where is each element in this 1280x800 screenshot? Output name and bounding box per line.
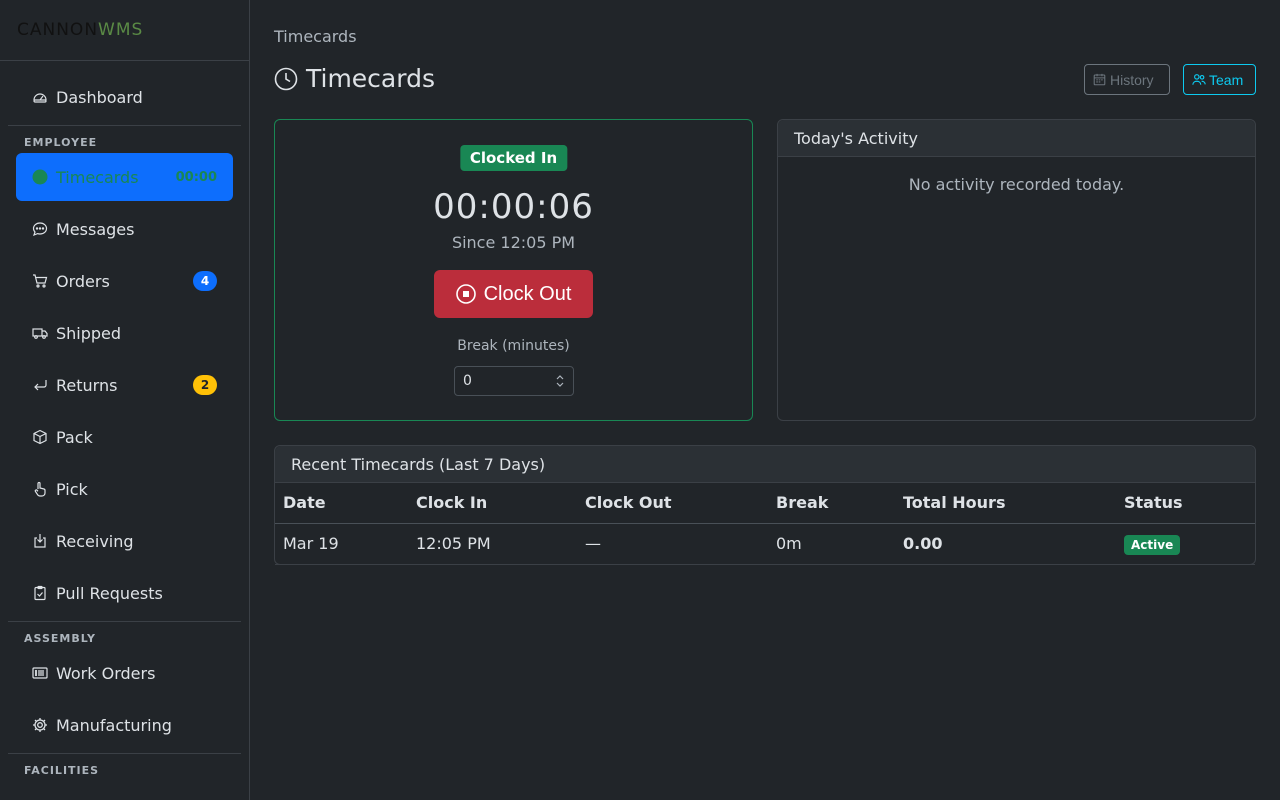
page-title: Timecards — [274, 64, 435, 93]
cell-date: Mar 19 — [275, 523, 408, 565]
sidebar-item-pull-requests[interactable]: Pull Requests — [16, 569, 233, 617]
history-button[interactable]: History — [1084, 64, 1170, 95]
logo[interactable]: CANNONWMS — [0, 0, 249, 61]
sidebar-item-label: Shipped — [56, 323, 122, 343]
cell-total-hours: 0.00 — [895, 523, 1116, 565]
elapsed-time: 00:00:06 — [433, 187, 594, 227]
sidebar-item-shipped[interactable]: Shipped — [16, 309, 233, 357]
clock-icon — [274, 67, 298, 91]
hand-pointer-icon — [32, 481, 48, 497]
clock-icon — [32, 169, 48, 185]
sidebar-item-timecards[interactable]: Timecards 00:00 — [16, 153, 233, 201]
column-header: Date — [275, 483, 408, 524]
box-arrow-in-down-icon — [32, 533, 48, 549]
box-icon — [32, 429, 48, 445]
column-header: Break — [768, 483, 895, 524]
sidebar-item-manufacturing[interactable]: Manufacturing — [16, 701, 233, 749]
sidebar-item-label: Manufacturing — [56, 715, 172, 735]
column-header: Clock Out — [577, 483, 768, 524]
column-header: Total Hours — [895, 483, 1116, 524]
section-title-employee: EMPLOYEE — [24, 136, 98, 149]
recent-timecards-table: Date Clock In Clock Out Break Total Hour… — [275, 483, 1255, 565]
sidebar-item-label: Timecards — [56, 167, 139, 187]
logo-text: CANNONWMS — [17, 20, 144, 40]
clock-card: Clocked In 00:00:06 Since 12:05 PM Clock… — [274, 119, 753, 421]
clock-out-label: Clock Out — [483, 282, 572, 305]
sidebar-item-returns[interactable]: Returns 2 — [16, 361, 233, 409]
people-icon — [1192, 73, 1206, 86]
clipboard-check-icon — [32, 585, 48, 601]
clock-status-badge: Clocked In — [459, 145, 568, 171]
truck-icon — [32, 325, 48, 341]
break-minutes-input[interactable]: 0 — [454, 366, 574, 396]
no-activity-text: No activity recorded today. — [908, 175, 1125, 194]
sidebar-item-label: Dashboard — [56, 87, 143, 107]
table-header-row: Date Clock In Clock Out Break Total Hour… — [275, 483, 1255, 524]
activity-card-header: Today's Activity — [778, 120, 1255, 157]
nav-assembly: Work Orders Manufacturing — [0, 649, 249, 749]
sidebar-item-label: Returns — [56, 375, 118, 395]
breadcrumb[interactable]: Timecards — [274, 27, 357, 46]
break-minutes-value: 0 — [463, 373, 472, 389]
section-title-facilities: FACILITIES — [24, 764, 100, 777]
cell-clock-out: — — [577, 523, 768, 565]
sidebar-item-label: Pull Requests — [56, 583, 163, 603]
return-arrow-icon — [32, 377, 48, 393]
nav-employee: Timecards 00:00 Messages Orders 4 Shippe… — [0, 153, 249, 617]
stepper-arrows-icon[interactable] — [555, 373, 565, 389]
sidebar-item-pick[interactable]: Pick — [16, 465, 233, 513]
sidebar-item-label: Messages — [56, 219, 135, 239]
sidebar-item-messages[interactable]: Messages — [16, 205, 233, 253]
sidebar-item-label: Pack — [56, 427, 93, 447]
sidebar-item-orders[interactable]: Orders 4 — [16, 257, 233, 305]
chat-icon — [32, 221, 48, 237]
cart-icon — [32, 273, 48, 289]
clock-out-button[interactable]: Clock Out — [434, 270, 593, 318]
section-title-assembly: ASSEMBLY — [24, 632, 96, 645]
cell-status: Active — [1116, 523, 1255, 565]
sidebar-item-label: Pick — [56, 479, 88, 499]
gear-icon — [32, 717, 48, 733]
card-list-icon — [32, 665, 48, 681]
timecard-timer: 00:00 — [175, 169, 217, 185]
sidebar-item-dashboard[interactable]: Dashboard — [16, 73, 233, 121]
recent-timecards-card: Recent Timecards (Last 7 Days) Date Cloc… — [274, 445, 1256, 565]
recent-card-header: Recent Timecards (Last 7 Days) — [275, 446, 1255, 483]
orders-count-badge: 4 — [193, 271, 217, 291]
sidebar-item-work-orders[interactable]: Work Orders — [16, 649, 233, 697]
sidebar-item-pack[interactable]: Pack — [16, 413, 233, 461]
calendar-icon — [1093, 73, 1106, 86]
history-button-label: History — [1110, 71, 1154, 88]
column-header: Status — [1116, 483, 1255, 524]
table-row: Mar 19 12:05 PM — 0m 0.00 Active — [275, 523, 1255, 565]
page-title-text: Timecards — [306, 64, 435, 93]
sidebar-item-label: Orders — [56, 271, 110, 291]
sidebar-item-receiving[interactable]: Receiving — [16, 517, 233, 565]
activity-card: Today's Activity No activity recorded to… — [777, 119, 1256, 421]
cell-clock-in: 12:05 PM — [408, 523, 577, 565]
column-header: Clock In — [408, 483, 577, 524]
clocked-in-since: Since 12:05 PM — [451, 233, 576, 252]
returns-count-badge: 2 — [193, 375, 217, 395]
team-button[interactable]: Team — [1183, 64, 1256, 95]
sidebar-item-label: Work Orders — [56, 663, 156, 683]
team-button-label: Team — [1209, 71, 1244, 88]
break-label: Break (minutes) — [457, 338, 570, 354]
sidebar: CANNONWMS Dashboard EMPLOYEE Timecards 0… — [0, 0, 250, 800]
status-badge: Active — [1124, 535, 1181, 555]
stop-circle-icon — [455, 284, 476, 304]
sidebar-item-label: Receiving — [56, 531, 134, 551]
cell-break: 0m — [768, 523, 895, 565]
speedometer-icon — [32, 89, 48, 105]
main-content: Timecards Timecards History Team Clocked… — [250, 0, 1280, 800]
nav-top: Dashboard — [0, 61, 249, 121]
